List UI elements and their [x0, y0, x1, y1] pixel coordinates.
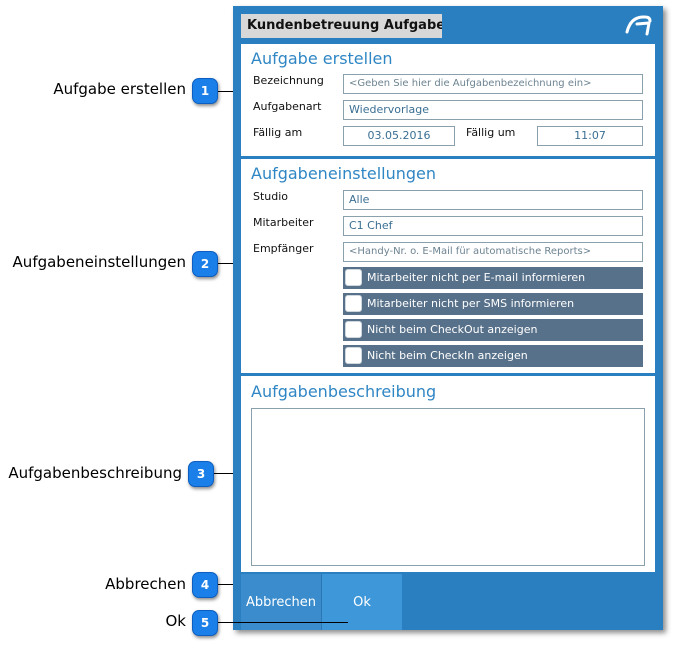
checkbox-email[interactable] — [345, 269, 362, 286]
checkbox-sms[interactable] — [345, 295, 362, 312]
callout-label-2: Aufgabeneinstellungen — [12, 253, 186, 271]
checkbox-row-sms[interactable]: Mitarbeiter nicht per SMS informieren — [343, 293, 643, 315]
checkbox-email-label: Mitarbeiter nicht per E-mail informieren — [367, 271, 586, 284]
aufgabenart-select[interactable]: Wiedervorlage — [343, 100, 643, 120]
empfaenger-input[interactable]: <Handy-Nr. o. E-Mail für automatische Re… — [343, 242, 643, 262]
window-title: Kundenbetreuung Aufgabe — [241, 14, 442, 38]
create-task-heading: Aufgabe erstellen — [251, 49, 393, 68]
checkbox-checkout-label: Nicht beim CheckOut anzeigen — [367, 323, 538, 336]
app-logo-icon — [625, 15, 652, 36]
empfaenger-label: Empfänger — [253, 242, 314, 255]
create-task-panel: Aufgabe erstellen Bezeichnung <Geben Sie… — [241, 44, 655, 156]
callout-badge-1: 1 — [192, 78, 218, 104]
settings-panel: Aufgabeneinstellungen Studio Alle Mitarb… — [241, 159, 655, 373]
checkbox-checkin-label: Nicht beim CheckIn anzeigen — [367, 349, 528, 362]
checkbox-row-checkin[interactable]: Nicht beim CheckIn anzeigen — [343, 345, 643, 367]
callout-label-4: Abbrechen — [105, 575, 186, 593]
callout-line-5 — [218, 622, 348, 623]
description-textarea[interactable] — [251, 408, 645, 566]
mitarbeiter-label: Mitarbeiter — [253, 216, 314, 229]
aufgabenart-label: Aufgabenart — [253, 100, 322, 113]
task-dialog: Kundenbetreuung Aufgabe Aufgabe erstelle… — [233, 6, 663, 630]
faellig-um-label: Fällig um — [466, 126, 516, 139]
faellig-am-label: Fällig am — [253, 126, 303, 139]
checkbox-row-checkout[interactable]: Nicht beim CheckOut anzeigen — [343, 319, 643, 341]
faellig-am-input[interactable]: 03.05.2016 — [343, 126, 455, 146]
bezeichnung-label: Bezeichnung — [253, 74, 324, 87]
studio-select[interactable]: Alle — [343, 190, 643, 210]
settings-heading: Aufgabeneinstellungen — [251, 164, 437, 183]
checkbox-row-email[interactable]: Mitarbeiter nicht per E-mail informieren — [343, 267, 643, 289]
callout-badge-3: 3 — [188, 461, 214, 487]
callout-badge-4: 4 — [192, 572, 218, 598]
checkbox-sms-label: Mitarbeiter nicht per SMS informieren — [367, 297, 575, 310]
checkbox-checkin[interactable] — [345, 347, 362, 364]
checkbox-checkout[interactable] — [345, 321, 362, 338]
mitarbeiter-select[interactable]: C1 Chef — [343, 216, 643, 236]
callout-label-1: Aufgabe erstellen — [53, 80, 186, 98]
callout-badge-5: 5 — [192, 610, 218, 636]
callout-label-5: Ok — [165, 612, 187, 630]
faellig-um-input[interactable]: 11:07 — [537, 126, 643, 146]
description-heading: Aufgabenbeschreibung — [251, 382, 437, 401]
bezeichnung-input[interactable]: <Geben Sie hier die Aufgabenbezeichnung … — [343, 74, 643, 94]
callout-badge-2: 2 — [192, 251, 218, 277]
callout-label-3: Aufgabenbeschreibung — [8, 464, 182, 482]
description-panel: Aufgabenbeschreibung — [241, 376, 655, 572]
studio-label: Studio — [253, 190, 289, 203]
